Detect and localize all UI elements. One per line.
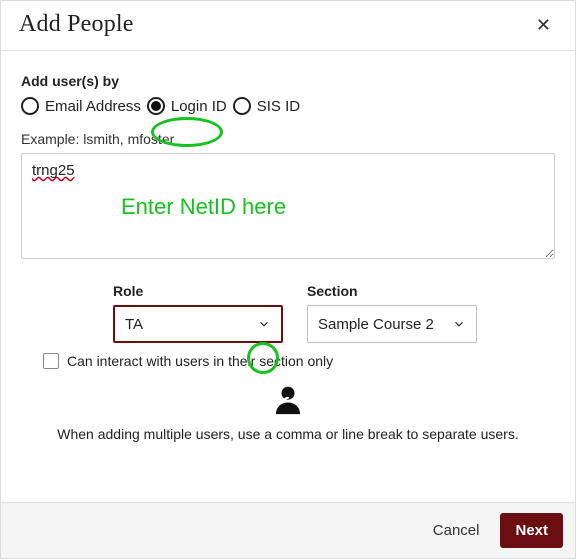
restrict-section-label: Can interact with users in their section… (67, 353, 333, 369)
section-value: Sample Course 2 (318, 316, 434, 333)
next-button[interactable]: Next (500, 513, 563, 548)
radio-label: Login ID (171, 98, 227, 115)
radio-sis-id[interactable]: SIS ID (233, 97, 300, 115)
radio-label: SIS ID (257, 98, 300, 115)
user-ids-value: trng25 (32, 162, 75, 179)
role-label: Role (113, 283, 283, 299)
dialog-title: Add People (19, 11, 134, 38)
radio-login-id[interactable]: Login ID (147, 97, 227, 115)
cancel-label: Cancel (433, 522, 480, 539)
example-text: Example: lsmith, mfoster (21, 131, 555, 147)
dialog-header: Add People ✕ (1, 1, 575, 51)
restrict-section-checkbox[interactable] (43, 353, 59, 369)
radio-icon (21, 97, 39, 115)
cancel-button[interactable]: Cancel (418, 513, 495, 548)
section-select[interactable]: Sample Course 2 (307, 305, 477, 343)
section-label: Section (307, 283, 477, 299)
radio-icon (147, 97, 165, 115)
person-icon (271, 383, 305, 422)
multi-user-info: When adding multiple users, use a comma … (21, 426, 555, 442)
close-button[interactable]: ✕ (530, 12, 557, 38)
role-select[interactable]: TA (113, 305, 283, 343)
chevron-down-icon (257, 317, 271, 331)
next-label: Next (515, 522, 548, 539)
section-field: Section Sample Course 2 (307, 283, 477, 343)
radio-label: Email Address (45, 98, 141, 115)
radio-icon (233, 97, 251, 115)
role-field: Role TA (113, 283, 283, 343)
add-by-radio-group: Email Address Login ID SIS ID (21, 97, 555, 115)
chevron-down-icon (452, 317, 466, 331)
dialog-title-text: Add People (19, 11, 134, 37)
role-value: TA (125, 316, 143, 333)
add-by-label: Add user(s) by (21, 73, 555, 89)
dialog-footer: Cancel Next (1, 502, 575, 558)
close-icon: ✕ (536, 15, 551, 35)
user-ids-input[interactable]: trng25 (21, 153, 555, 259)
radio-email-address[interactable]: Email Address (21, 97, 141, 115)
